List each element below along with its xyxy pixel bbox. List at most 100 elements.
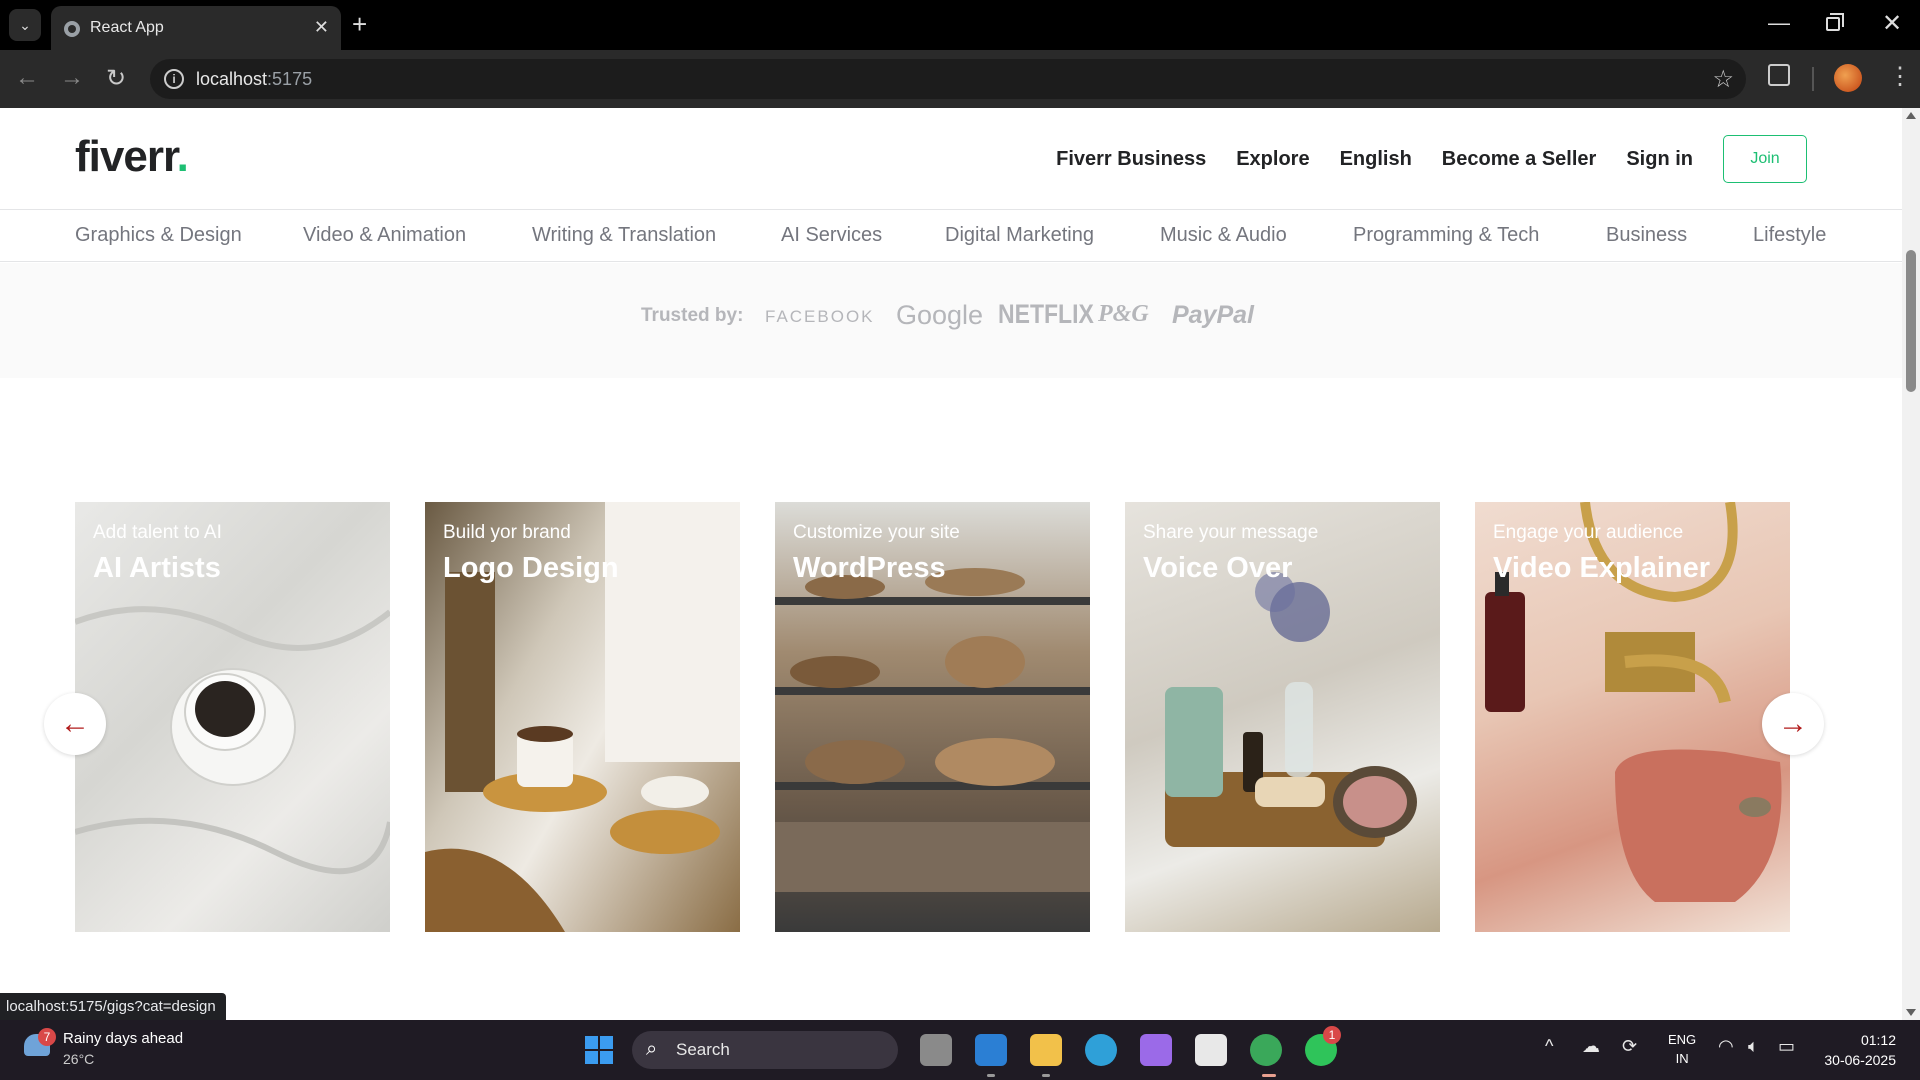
card-subtitle: Engage your audience (1493, 522, 1684, 543)
task-view-icon[interactable] (920, 1034, 952, 1066)
restore-icon[interactable] (1826, 13, 1844, 31)
browser-tab[interactable]: React App ✕ (51, 6, 341, 50)
card-title: WordPress (793, 552, 946, 584)
service-card-video-explainer[interactable]: Engage your audience Video Explainer (1475, 502, 1790, 932)
scroll-thumb[interactable] (1906, 250, 1916, 392)
card-title: Video Explainer (1493, 552, 1711, 584)
trusted-by-bar: Trusted by: FACEBOOK Google NETFLIX P&G … (0, 263, 1902, 378)
category-ai-services[interactable]: AI Services (781, 224, 882, 247)
reload-icon[interactable]: ↻ (106, 64, 126, 93)
start-icon[interactable] (585, 1036, 613, 1064)
nav-sign-in[interactable]: Sign in (1626, 148, 1693, 171)
volume-icon[interactable]: 🔈︎ (1748, 1036, 1759, 1057)
running-indicator (987, 1074, 995, 1077)
category-digital-marketing[interactable]: Digital Marketing (945, 224, 1094, 247)
pg-logo: P&G (1098, 301, 1149, 327)
nav-become-seller[interactable]: Become a Seller (1442, 148, 1597, 171)
nav-language[interactable]: English (1340, 148, 1412, 171)
browser-toolbar: ← → ↻ i localhost:5175 ☆ ⋮ (0, 50, 1920, 108)
system-clock[interactable]: 01:12 30-06-2025 (1810, 1030, 1896, 1070)
browser-menu-icon[interactable]: ⋮ (1888, 62, 1912, 92)
lang-region: IN (1675, 1051, 1689, 1066)
slider-next-button[interactable]: → (1762, 693, 1824, 755)
lang-code: ENG (1668, 1032, 1697, 1047)
site-header: fiverr. Fiverr Business Explore English … (0, 108, 1902, 210)
slider-prev-button[interactable]: ← (44, 693, 106, 755)
windows-taskbar: 7 Rainy days ahead 26°C ⌕ Search 1 ^ ☁ ⟳… (0, 1020, 1920, 1080)
back-icon[interactable]: ← (15, 64, 39, 92)
url-host: localhost (196, 69, 268, 89)
copilot-icon[interactable] (1140, 1034, 1172, 1066)
category-programming-tech[interactable]: Programming & Tech (1353, 224, 1539, 247)
category-video-animation[interactable]: Video & Animation (303, 224, 466, 247)
tab-strip: ⌄ React App ✕ + — ✕ (0, 0, 1920, 50)
netflix-logo: NETFLIX (998, 298, 1094, 329)
tab-title: React App (90, 19, 164, 36)
nav-explore[interactable]: Explore (1236, 148, 1309, 171)
whatsapp-badge: 1 (1323, 1026, 1341, 1044)
battery-icon[interactable]: ▭ (1778, 1036, 1795, 1057)
service-card-voice-over[interactable]: Share your message Voice Over (1125, 502, 1440, 932)
store-icon[interactable] (1195, 1034, 1227, 1066)
card-subtitle: Add talent to AI (93, 522, 222, 543)
url-text[interactable]: localhost:5175 (196, 69, 312, 90)
running-indicator (1042, 1074, 1050, 1077)
forward-icon[interactable]: → (60, 64, 84, 92)
google-logo: Google (896, 300, 984, 330)
window-close-icon[interactable]: ✕ (1882, 9, 1902, 38)
vscode-icon[interactable] (975, 1034, 1007, 1066)
category-lifestyle[interactable]: Lifestyle (1753, 224, 1826, 247)
card-title: Logo Design (443, 552, 619, 584)
card-subtitle: Build yor brand (443, 522, 571, 543)
weather-temperature: 26°C (63, 1051, 95, 1067)
clock-date: 30-06-2025 (1824, 1052, 1896, 1068)
close-tab-icon[interactable]: ✕ (314, 17, 329, 38)
category-graphics-design[interactable]: Graphics & Design (75, 224, 242, 247)
service-card-logo-design[interactable]: Build yor brand Logo Design (425, 502, 740, 932)
join-button[interactable]: Join (1723, 135, 1807, 183)
taskbar-search-label: Search (676, 1040, 730, 1059)
profile-avatar[interactable] (1834, 64, 1862, 92)
sync-icon[interactable]: ⟳ (1622, 1036, 1637, 1057)
language-indicator[interactable]: ENG IN (1668, 1030, 1696, 1068)
clock-time: 01:12 (1860, 1032, 1896, 1048)
tab-search-icon[interactable]: ⌄ (9, 9, 41, 41)
category-menu: Graphics & Design Video & Animation Writ… (0, 210, 1902, 262)
service-card-ai-artists[interactable]: Add talent to AI AI Artists (75, 502, 390, 932)
minimize-icon[interactable]: — (1768, 10, 1790, 36)
service-card-wordpress[interactable]: Customize your site WordPress (775, 502, 1090, 932)
globe-icon (64, 21, 80, 37)
category-business[interactable]: Business (1606, 224, 1687, 247)
category-music-audio[interactable]: Music & Audio (1160, 224, 1287, 247)
bookmark-star-icon[interactable]: ☆ (1712, 65, 1734, 94)
new-tab-icon[interactable]: + (352, 9, 367, 39)
site-info-icon[interactable]: i (164, 69, 184, 89)
arrow-right-icon: → (1778, 707, 1808, 740)
extensions-icon[interactable] (1768, 64, 1790, 86)
edge-icon[interactable] (1085, 1034, 1117, 1066)
taskbar-search[interactable]: ⌕ Search (632, 1031, 898, 1069)
paypal-logo: PayPal (1172, 301, 1255, 329)
active-indicator (1262, 1074, 1276, 1077)
weather-badge: 7 (38, 1028, 56, 1046)
scroll-down-icon[interactable] (1906, 1009, 1916, 1016)
scroll-up-icon[interactable] (1906, 112, 1916, 119)
nav-fiverr-business[interactable]: Fiverr Business (1056, 148, 1206, 171)
weather-text: Rainy days ahead (63, 1030, 184, 1047)
onedrive-icon[interactable]: ☁ (1582, 1036, 1600, 1057)
card-title: AI Artists (93, 552, 221, 584)
url-port: :5175 (267, 69, 313, 89)
wifi-icon[interactable]: ◠ (1718, 1036, 1734, 1057)
card-subtitle: Share your message (1143, 522, 1319, 543)
logo-text: fiverr (75, 132, 178, 181)
tray-overflow-icon[interactable]: ^ (1545, 1036, 1553, 1057)
page-scrollbar[interactable] (1902, 108, 1920, 1020)
address-bar[interactable]: i localhost:5175 ☆ (150, 59, 1746, 99)
file-explorer-icon[interactable] (1030, 1034, 1062, 1066)
card-subtitle: Customize your site (793, 522, 960, 543)
chrome-icon[interactable] (1250, 1034, 1282, 1066)
arrow-left-icon: ← (60, 707, 90, 740)
link-status-bubble: localhost:5175/gigs?cat=design (0, 993, 226, 1020)
category-writing-translation[interactable]: Writing & Translation (532, 224, 716, 247)
fiverr-logo[interactable]: fiverr. (75, 132, 189, 182)
